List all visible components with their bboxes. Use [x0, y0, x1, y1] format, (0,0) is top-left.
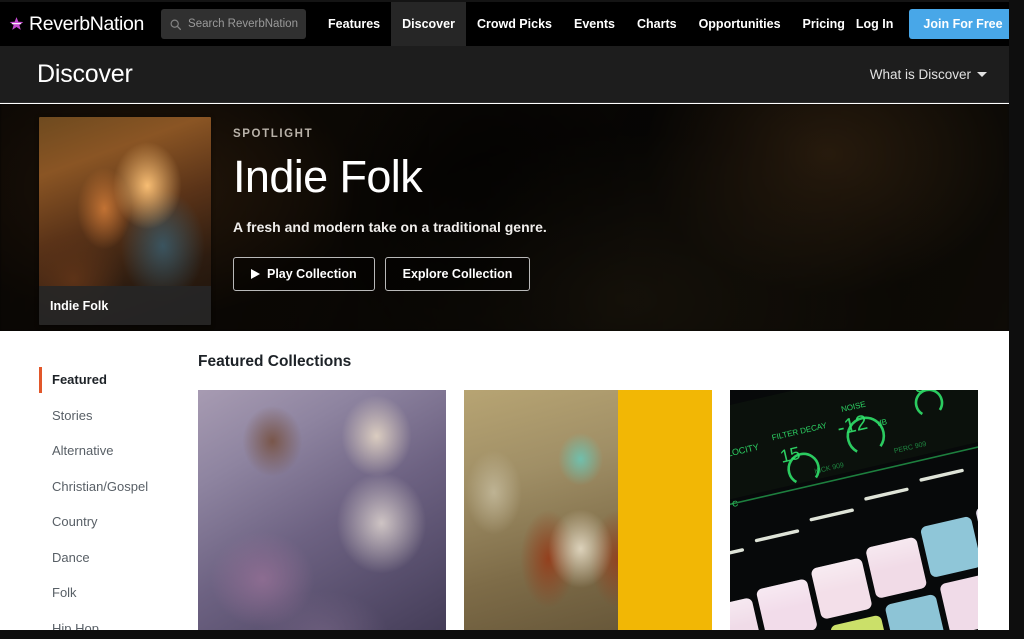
- discover-section-bar: Discover What is Discover: [0, 46, 1009, 103]
- genre-sidebar: Featured Stories Alternative Christian/G…: [39, 362, 189, 639]
- reverbnation-logo[interactable]: ReverbNation: [8, 2, 144, 46]
- nav-link-charts[interactable]: Charts: [626, 2, 688, 46]
- what-is-discover-label: What is Discover: [869, 66, 971, 82]
- nav-link-discover[interactable]: Discover: [391, 2, 466, 46]
- sidebar-item-featured[interactable]: Featured: [39, 362, 189, 398]
- search-input[interactable]: [188, 18, 299, 30]
- spotlight-eyebrow: SPOTLIGHT: [233, 128, 314, 140]
- page-title: Discover: [37, 59, 133, 88]
- spotlight-actions: Play Collection Explore Collection: [233, 257, 933, 292]
- collection-card[interactable]: [198, 390, 446, 639]
- spotlight-thumbnail-caption: Indie Folk: [39, 286, 211, 325]
- nav-link-crowd-picks[interactable]: Crowd Picks: [466, 2, 563, 46]
- discover-content: Featured Stories Alternative Christian/G…: [0, 331, 1009, 639]
- featured-collections-heading: Featured Collections: [198, 353, 352, 370]
- page-root: ReverbNation Features Discover Crowd Pic…: [0, 0, 1024, 639]
- spotlight-thumbnail-label: Indie Folk: [50, 298, 109, 313]
- search-icon: [170, 19, 182, 30]
- sidebar-item-country[interactable]: Country: [39, 504, 189, 540]
- nav-links: Features Discover Crowd Picks Events Cha…: [317, 2, 856, 46]
- page-bottom-edge: [0, 630, 1024, 639]
- featured-collections-section: Featured Collections FILTER DECAY 15 NOI…: [198, 331, 998, 639]
- explore-collection-button[interactable]: Explore Collection: [384, 257, 531, 292]
- collection-card[interactable]: FILTER VELOCITY 1.51 FILTER DECAY 15 NOI…: [730, 390, 978, 639]
- sidebar-item-alternative[interactable]: Alternative: [39, 433, 189, 469]
- spotlight-text-block: SPOTLIGHT Indie Folk A fresh and modern …: [233, 128, 933, 292]
- sidebar-item-stories[interactable]: Stories: [39, 398, 189, 434]
- spotlight-title: Indie Folk: [233, 151, 423, 202]
- nav-link-events[interactable]: Events: [563, 2, 626, 46]
- nav-link-features[interactable]: Features: [317, 2, 391, 46]
- star-icon: [9, 16, 24, 30]
- sidebar-item-christian-gospel[interactable]: Christian/Gospel: [39, 469, 189, 505]
- collection-card-image: FILTER VELOCITY 1.51 FILTER DECAY 15 NOI…: [730, 390, 978, 639]
- play-icon: [251, 269, 260, 280]
- what-is-discover-dropdown[interactable]: What is Discover: [870, 67, 987, 82]
- play-collection-label: Play Collection: [267, 267, 357, 282]
- spotlight-subtitle: A fresh and modern take on a traditional…: [233, 219, 547, 236]
- sidebar-item-dance[interactable]: Dance: [39, 540, 189, 576]
- chevron-down-icon: [977, 71, 987, 77]
- nav-link-opportunities[interactable]: Opportunities: [688, 2, 792, 46]
- collection-card-image: [198, 390, 446, 639]
- collection-card-image: [464, 390, 712, 639]
- nav-link-pricing[interactable]: Pricing: [792, 2, 856, 46]
- spotlight-hero: Indie Folk SPOTLIGHT Indie Folk A fresh …: [0, 104, 1009, 331]
- page-right-edge: [1009, 0, 1024, 639]
- play-collection-button[interactable]: Play Collection: [233, 257, 375, 292]
- search-box[interactable]: [161, 9, 307, 39]
- navbar-right-actions: Log In Join For Free: [856, 9, 1024, 39]
- spotlight-thumbnail-card[interactable]: Indie Folk: [39, 117, 211, 325]
- drum-machine-pads-art: FILTER VELOCITY 1.51 FILTER DECAY 15 NOI…: [730, 390, 978, 639]
- sidebar-item-folk[interactable]: Folk: [39, 575, 189, 611]
- collection-card-grid: FILTER VELOCITY 1.51 FILTER DECAY 15 NOI…: [198, 390, 998, 639]
- join-for-free-button[interactable]: Join For Free: [909, 9, 1017, 39]
- login-link[interactable]: Log In: [856, 17, 894, 31]
- main-navbar: ReverbNation Features Discover Crowd Pic…: [0, 2, 1017, 46]
- collection-card[interactable]: [464, 390, 712, 639]
- logo-text: ReverbNation: [29, 12, 145, 35]
